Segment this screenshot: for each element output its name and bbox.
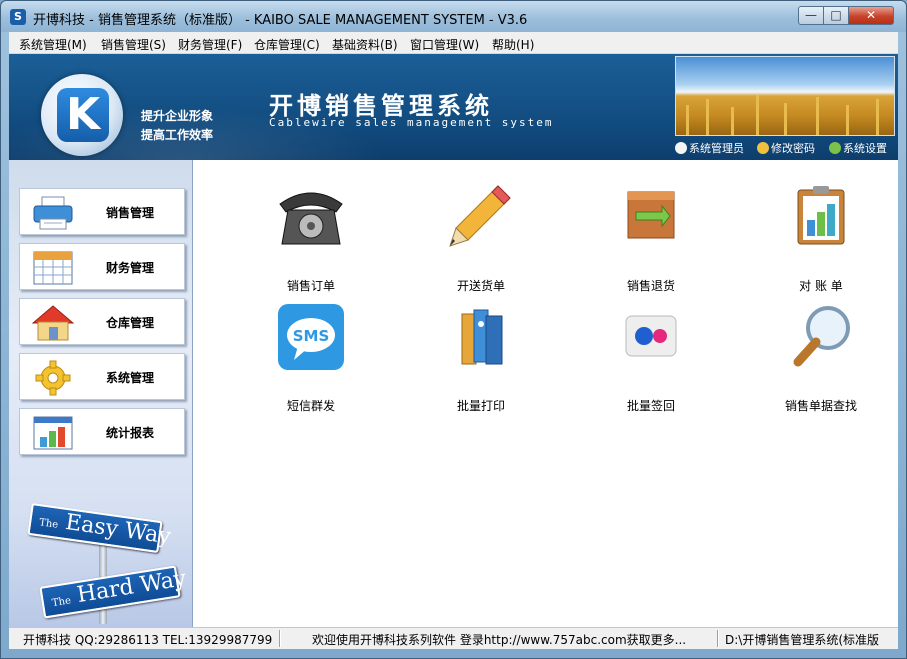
easy-way-small: The — [38, 517, 59, 531]
wheat-stalk — [784, 103, 787, 135]
menu-sales[interactable]: 销售管理(S) — [101, 36, 166, 53]
sidebar: 销售管理 财务管理 仓库管理 系统管理 统计报表 The Easy Way Th… — [9, 160, 193, 627]
user-icon — [675, 142, 687, 154]
printer-icon — [33, 196, 73, 230]
main-panel: 销售订单 开送货单 销售退货 对 账 单 SMS 短信群发 批量打印 批量签回 … — [193, 160, 898, 627]
tile-label: 销售订单 — [286, 279, 335, 293]
sidebar-item-label: 销售管理 — [106, 206, 155, 220]
tile-label: 批量打印 — [456, 399, 505, 413]
tile-batch-signback[interactable]: 批量签回 — [583, 304, 703, 413]
menu-system[interactable]: 系统管理(M) — [19, 36, 87, 53]
pencil-icon — [449, 185, 511, 247]
close-button[interactable]: ✕ — [848, 6, 894, 25]
menu-basic-data[interactable]: 基础资料(B) — [332, 36, 398, 53]
sidebar-item-label: 仓库管理 — [106, 316, 155, 330]
tile-label: 销售退货 — [626, 279, 675, 293]
wheat-stalk — [816, 97, 819, 135]
sidebar-item-label: 系统管理 — [106, 371, 155, 385]
system-settings-label: 系统设置 — [843, 142, 887, 155]
status-install-path: D:\开博销售管理系统(标准版 — [725, 633, 880, 647]
easy-way-sign: The Easy Way — [27, 502, 172, 554]
company-logo: K — [57, 88, 109, 142]
menu-window[interactable]: 窗口管理(W) — [410, 36, 479, 53]
pencil-icon — [757, 142, 769, 154]
minimize-button[interactable]: — — [798, 6, 824, 25]
sidebar-item-finance[interactable]: 财务管理 — [19, 243, 185, 290]
header-banner: K 提升企业形象 提高工作效率 开博销售管理系统 Cablewire sales… — [9, 54, 898, 160]
window-title: 开博科技 - 销售管理系统（标准版） - KAIBO SALE MANAGEME… — [33, 13, 528, 28]
menu-help[interactable]: 帮助(H) — [492, 36, 534, 53]
hard-way-small: The — [51, 595, 72, 610]
app-window: S 开博科技 - 销售管理系统（标准版） - KAIBO SALE MANAGE… — [0, 0, 907, 659]
bar-chart-icon — [33, 416, 73, 450]
status-welcome-message: 欢迎使用开博科技系列软件 登录http://www.757abc.com获取更多… — [312, 633, 687, 647]
magnifier-icon — [793, 306, 850, 367]
sidebar-item-warehouse[interactable]: 仓库管理 — [19, 298, 185, 345]
sidebar-item-system[interactable]: 系统管理 — [19, 353, 185, 400]
tile-label: 批量签回 — [626, 399, 675, 413]
wheat-stalk — [731, 107, 734, 135]
settings-icon — [829, 142, 841, 154]
dots-icon — [625, 315, 677, 357]
wheat-field-image — [675, 56, 895, 136]
tile-document-search[interactable]: 销售单据查找 — [753, 304, 873, 413]
tile-sms-broadcast[interactable]: SMS 短信群发 — [243, 304, 363, 413]
tile-sales-return[interactable]: 销售退货 — [583, 184, 703, 293]
telephone-icon — [279, 192, 343, 245]
status-bar: 开博科技 QQ:29286113 TEL:13929987799 欢迎使用开博科… — [9, 627, 898, 649]
admin-user-label: 系统管理员 — [689, 142, 744, 155]
wheat-stalk — [706, 99, 709, 135]
status-company-contact: 开博科技 QQ:29286113 TEL:13929987799 — [23, 633, 273, 647]
title-bar[interactable]: S 开博科技 - 销售管理系统（标准版） - KAIBO SALE MANAGE… — [1, 1, 906, 32]
wheat-stalk — [876, 99, 879, 135]
tile-label: 开送货单 — [456, 279, 505, 293]
status-separator — [279, 630, 281, 647]
house-icon — [32, 305, 74, 341]
sidebar-item-reports[interactable]: 统计报表 — [19, 408, 185, 455]
admin-user-link[interactable]: 系统管理员 — [675, 140, 744, 156]
app-icon[interactable]: S — [10, 9, 26, 25]
banner-subtitle: Cablewire sales management system — [269, 116, 554, 129]
calendar-grid-icon — [33, 251, 73, 285]
menu-finance[interactable]: 财务管理(F) — [178, 36, 242, 53]
tile-label: 短信群发 — [286, 399, 335, 413]
sms-icon-text: SMS — [293, 327, 330, 345]
top-links: 系统管理员 修改密码 系统设置 — [675, 140, 897, 158]
tile-batch-print[interactable]: 批量打印 — [413, 304, 533, 413]
return-arrows-icon — [627, 191, 675, 239]
maximize-button[interactable]: □ — [823, 6, 849, 25]
tile-label: 销售单据查找 — [784, 399, 857, 413]
sidebar-item-label: 统计报表 — [106, 426, 155, 440]
system-settings-link[interactable]: 系统设置 — [829, 140, 887, 156]
street-signs-illustration: The Easy Way The Hard Way — [27, 502, 188, 624]
tile-sales-order[interactable]: 销售订单 — [243, 184, 363, 293]
clipboard-chart-icon — [797, 186, 845, 245]
hard-way-sign: The Hard Way — [39, 565, 188, 619]
slogan-line-2: 提高工作效率 — [141, 128, 214, 142]
wheat-stalk — [756, 95, 759, 135]
sidebar-item-sales[interactable]: 销售管理 — [19, 188, 185, 235]
change-password-label: 修改密码 — [771, 142, 815, 155]
menu-warehouse[interactable]: 仓库管理(C) — [254, 36, 320, 53]
binders-icon — [461, 309, 503, 365]
sidebar-item-label: 财务管理 — [106, 261, 155, 275]
easy-way-text: Easy Way — [63, 509, 173, 550]
tile-statement[interactable]: 对 账 单 — [753, 184, 873, 293]
wheat-stalk — [686, 105, 689, 135]
gear-icon — [35, 360, 71, 396]
hard-way-text: Hard Way — [75, 566, 188, 609]
change-password-link[interactable]: 修改密码 — [757, 140, 815, 156]
wheat-stalk — [846, 105, 849, 135]
tile-label: 对 账 单 — [799, 279, 843, 293]
status-separator — [717, 630, 719, 647]
sms-icon: SMS — [278, 304, 344, 370]
tile-delivery-note[interactable]: 开送货单 — [413, 184, 533, 293]
slogan-line-1: 提升企业形象 — [141, 109, 214, 123]
menu-bar: 系统管理(M) 销售管理(S) 财务管理(F) 仓库管理(C) 基础资料(B) … — [9, 32, 898, 54]
